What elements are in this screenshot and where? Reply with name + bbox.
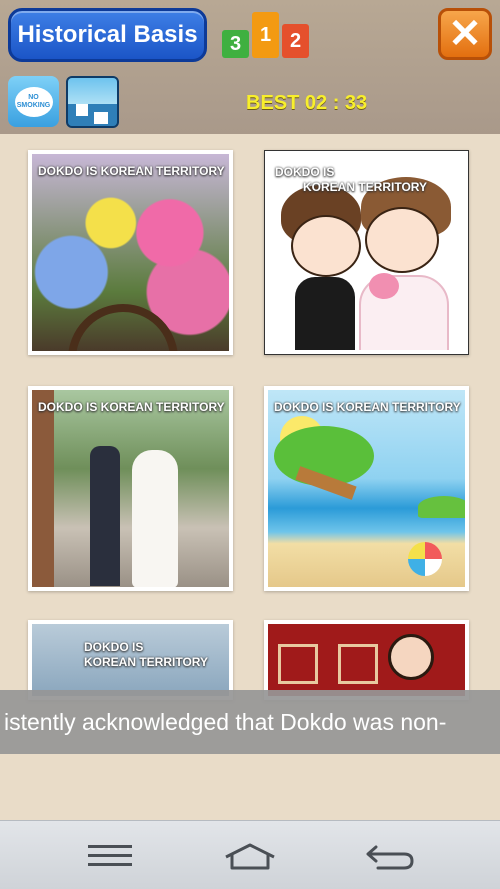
gallery-thumb-korean-dress[interactable] xyxy=(264,620,469,700)
thumb-caption-line1: DOKDO IS xyxy=(275,165,335,179)
gallery-thumb-flowers[interactable]: DOKDO IS KOREAN TERRITORY xyxy=(28,150,233,355)
gallery-thumb-gulls[interactable]: DOKDO IS KOREAN TERRITORY xyxy=(28,620,233,700)
rank-2-block: 2 xyxy=(282,24,309,58)
thumb-caption: DOKDO IS KOREAN TERRITORY xyxy=(38,400,225,414)
thumb-caption-line2: KOREAN TERRITORY xyxy=(84,655,209,669)
home-icon xyxy=(225,843,275,869)
menu-button[interactable] xyxy=(70,821,150,889)
back-button[interactable] xyxy=(350,821,430,889)
thumb-caption-line1: DOKDO IS xyxy=(84,640,144,654)
puzzle-preview-button[interactable] xyxy=(66,76,119,128)
scrolling-text: istently acknowledged that Dokdo was non… xyxy=(4,709,447,735)
header-bar: Historical Basis 3 1 2 ✕ NO SMOKING BEST… xyxy=(0,0,500,134)
rank-podium: 3 1 2 xyxy=(222,12,312,62)
menu-icon xyxy=(88,839,132,872)
thumb-caption: DOKDO IS KOREAN TERRITORY xyxy=(275,165,427,195)
thumb-caption: DOKDO IS KOREAN TERRITORY xyxy=(274,400,461,414)
historical-basis-button[interactable]: Historical Basis xyxy=(8,8,207,62)
thumb-caption-line2: KOREAN TERRITORY xyxy=(303,180,428,194)
gallery-thumb-cartoon-couple[interactable]: DOKDO IS KOREAN TERRITORY xyxy=(264,150,469,355)
thumb-caption: DOKDO IS KOREAN TERRITORY xyxy=(38,164,225,178)
rank-1-block: 1 xyxy=(252,12,279,58)
home-button[interactable] xyxy=(210,821,290,889)
gallery-thumb-beach[interactable]: DOKDO IS KOREAN TERRITORY xyxy=(264,386,469,591)
rank-3-block: 3 xyxy=(222,30,249,58)
close-button[interactable]: ✕ xyxy=(438,8,492,60)
no-smoking-label: NO SMOKING xyxy=(16,93,51,109)
back-icon xyxy=(366,845,414,869)
scrolling-text-banner: istently acknowledged that Dokdo was non… xyxy=(0,690,500,754)
gallery-thumb-wedding-photo[interactable]: DOKDO IS KOREAN TERRITORY xyxy=(28,386,233,591)
system-navigation-bar xyxy=(0,820,500,889)
best-time: BEST 02 : 33 xyxy=(246,92,368,114)
no-smoking-icon: NO SMOKING xyxy=(14,86,53,117)
no-smoking-button[interactable]: NO SMOKING xyxy=(8,76,59,127)
close-icon: ✕ xyxy=(448,12,482,56)
thumb-caption: DOKDO IS KOREAN TERRITORY xyxy=(84,640,208,670)
